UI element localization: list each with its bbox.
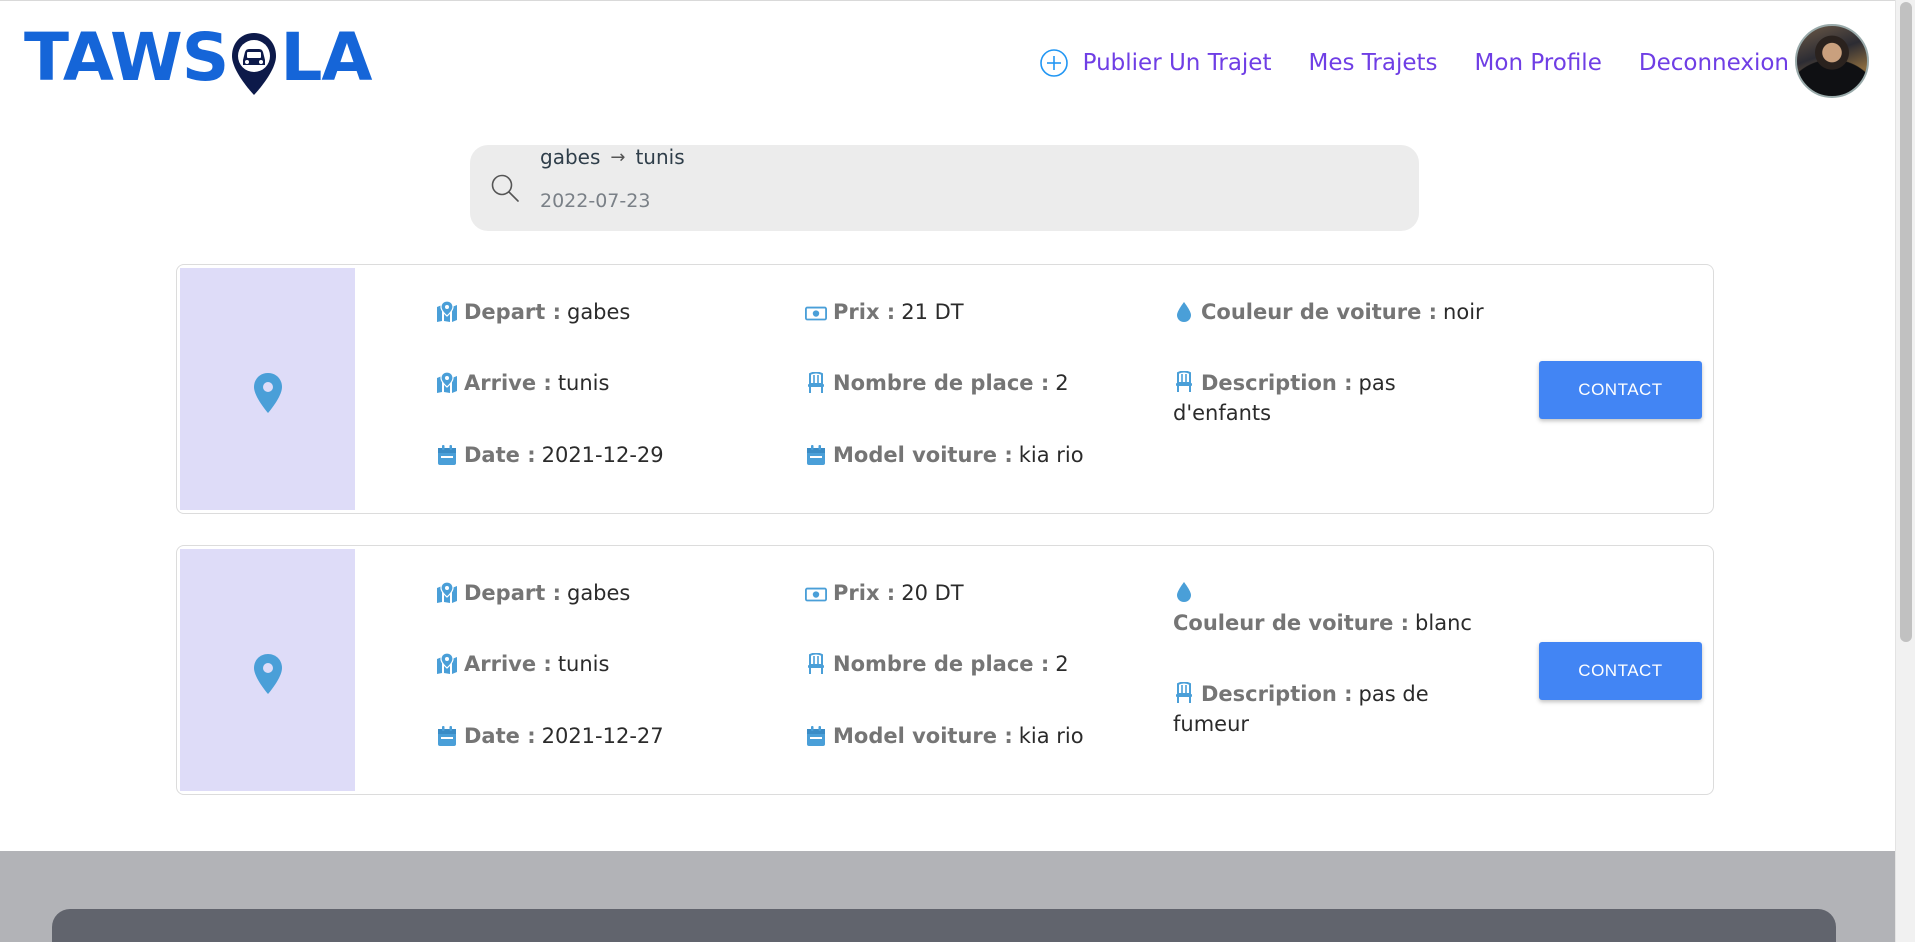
trip-field-couleur: Couleur de voiture : noir bbox=[1173, 297, 1484, 327]
trip-field-label: Model voiture : bbox=[833, 443, 1013, 467]
trip-field-date: Date :2021-12-29 bbox=[436, 440, 664, 470]
trip-field-arrive: Arrive : tunis bbox=[436, 368, 609, 398]
trip-field-date: Date :2021-12-27 bbox=[436, 721, 664, 751]
search-from: gabes bbox=[540, 145, 601, 169]
trip-field-value: kia rio bbox=[1018, 443, 1084, 467]
main-nav: Publier Un Trajet Mes Trajets Mon Profil… bbox=[1039, 48, 1789, 78]
calendar-icon bbox=[436, 444, 458, 466]
trip-thumbnail bbox=[180, 549, 355, 791]
trip-field-label: Date : bbox=[464, 724, 536, 748]
nav-publish-trip[interactable]: Publier Un Trajet bbox=[1039, 48, 1272, 78]
chair-icon bbox=[805, 371, 827, 394]
trip-field-value: 2 bbox=[1055, 371, 1069, 395]
car-pin-icon bbox=[232, 33, 277, 95]
calendar-icon bbox=[436, 725, 458, 747]
trip-card: Depart : gabes Arrive : tunis Date :2021-12-… bbox=[176, 545, 1714, 795]
user-avatar[interactable] bbox=[1795, 24, 1869, 98]
trip-field-value: 20 DT bbox=[901, 581, 964, 605]
tint-icon bbox=[1173, 301, 1195, 323]
search-bar[interactable]: gabes → tunis bbox=[470, 145, 1419, 231]
trip-field-description: Description : pas d'enfants bbox=[1173, 368, 1473, 428]
plus-circle-icon bbox=[1039, 49, 1068, 77]
chair-icon bbox=[1173, 681, 1195, 704]
search-date-input[interactable] bbox=[540, 185, 1040, 217]
trip-field-label: Description : bbox=[1201, 371, 1353, 395]
trip-field-depart: Depart : gabes bbox=[436, 578, 630, 608]
trip-field-value: 2 bbox=[1055, 652, 1069, 676]
logo-text-end: LA bbox=[280, 19, 372, 96]
nav-publish-label: Publier Un Trajet bbox=[1082, 50, 1272, 76]
trip-field-model: Model voiture : kia rio bbox=[805, 721, 1084, 751]
logo-text-start: TAWS bbox=[24, 19, 229, 96]
map-marked-icon bbox=[436, 652, 458, 675]
trip-field-prix: Prix :21 DT bbox=[805, 297, 964, 327]
trip-field-couleur: Couleur de voiture : blanc bbox=[1173, 578, 1473, 638]
trip-field-depart: Depart : gabes bbox=[436, 297, 630, 327]
trip-thumbnail bbox=[180, 268, 355, 510]
trip-field-places: Nombre de place :2 bbox=[805, 649, 1069, 679]
trip-field-value: tunis bbox=[557, 652, 610, 676]
map-marked-icon bbox=[436, 581, 458, 604]
trip-field-label: Prix : bbox=[833, 581, 896, 605]
nav-logout[interactable]: Deconnexion bbox=[1639, 50, 1789, 76]
nav-my-profile[interactable]: Mon Profile bbox=[1475, 50, 1602, 76]
arrow-right-icon: → bbox=[610, 146, 626, 168]
map-marked-icon bbox=[436, 371, 458, 394]
trip-field-value: noir bbox=[1443, 300, 1484, 324]
trip-field-label: Date : bbox=[464, 443, 536, 467]
chair-icon bbox=[1173, 370, 1195, 393]
trip-field-label: Arrive : bbox=[464, 371, 552, 395]
trip-field-label: Couleur de voiture : bbox=[1201, 300, 1438, 324]
search-to: tunis bbox=[635, 145, 685, 169]
contact-button[interactable]: CONTACT bbox=[1539, 361, 1702, 419]
map-marked-icon bbox=[436, 300, 458, 323]
trip-field-label: Prix : bbox=[833, 300, 896, 324]
money-bill-icon bbox=[805, 301, 827, 323]
scrollbar[interactable] bbox=[1895, 0, 1915, 942]
trip-field-label: Nombre de place : bbox=[833, 652, 1050, 676]
trip-field-label: Description : bbox=[1201, 682, 1353, 706]
trip-field-label: Nombre de place : bbox=[833, 371, 1050, 395]
trip-field-value: gabes bbox=[566, 581, 631, 605]
scrollbar-thumb[interactable] bbox=[1900, 2, 1912, 642]
trip-field-value: 2021-12-29 bbox=[541, 443, 664, 467]
trip-field-model: Model voiture : kia rio bbox=[805, 440, 1084, 470]
tint-icon bbox=[1173, 581, 1195, 603]
trip-field-value: 21 DT bbox=[901, 300, 964, 324]
map-pin-icon bbox=[254, 654, 282, 694]
trip-field-value: gabes bbox=[566, 300, 631, 324]
money-bill-icon bbox=[805, 582, 827, 604]
contact-button[interactable]: CONTACT bbox=[1539, 642, 1702, 700]
footer bbox=[0, 851, 1895, 942]
footer-panel bbox=[52, 909, 1836, 942]
calendar-icon bbox=[805, 725, 827, 747]
map-pin-icon bbox=[254, 373, 282, 413]
trip-card: Depart : gabes Arrive : tunis Date :2021-12-… bbox=[176, 264, 1714, 514]
nav-my-trips[interactable]: Mes Trajets bbox=[1308, 50, 1437, 76]
trip-field-label: Depart : bbox=[464, 300, 561, 324]
trip-field-value: tunis bbox=[557, 371, 610, 395]
trip-field-label: Arrive : bbox=[464, 652, 552, 676]
trip-field-value: kia rio bbox=[1018, 724, 1084, 748]
trip-field-value: 2021-12-27 bbox=[541, 724, 664, 748]
search-icon bbox=[491, 174, 519, 202]
calendar-icon bbox=[805, 444, 827, 466]
trip-field-arrive: Arrive : tunis bbox=[436, 649, 609, 679]
search-route: gabes → tunis bbox=[540, 145, 685, 169]
chair-icon bbox=[805, 652, 827, 675]
logo[interactable]: TAWS LA bbox=[24, 19, 373, 96]
trip-field-label: Couleur de voiture : bbox=[1173, 611, 1410, 635]
trip-field-prix: Prix :20 DT bbox=[805, 578, 964, 608]
trip-field-description: Description : pas de fumeur bbox=[1173, 679, 1473, 739]
trip-field-value: blanc bbox=[1415, 611, 1472, 635]
top-border bbox=[0, 0, 1895, 1]
trip-field-label: Model voiture : bbox=[833, 724, 1013, 748]
trip-field-label: Depart : bbox=[464, 581, 561, 605]
trip-field-places: Nombre de place :2 bbox=[805, 368, 1069, 398]
